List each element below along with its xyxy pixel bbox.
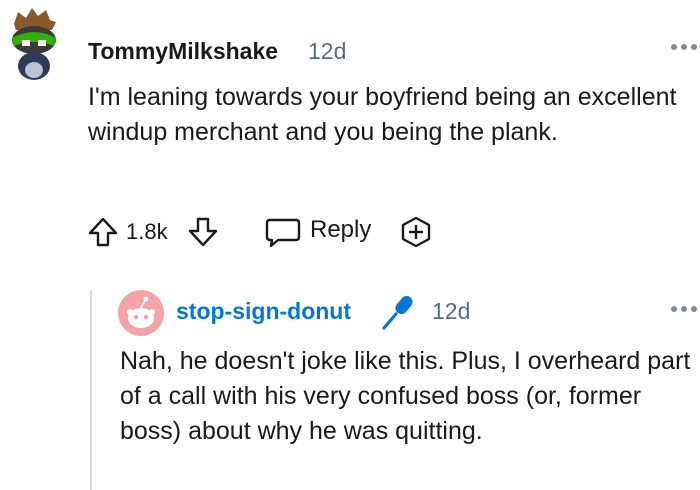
reply-avatar[interactable]: [118, 290, 164, 336]
downvote-icon[interactable]: [186, 215, 220, 249]
reply-bubble-icon[interactable]: [264, 216, 302, 248]
reply-button[interactable]: Reply: [310, 216, 371, 244]
comment-author[interactable]: TommyMilkshake: [88, 38, 278, 65]
comment-timestamp[interactable]: 12d: [308, 38, 346, 65]
microphone-icon: [378, 292, 418, 332]
more-options-icon[interactable]: [668, 36, 700, 58]
user-avatar[interactable]: [4, 4, 64, 84]
reply-author[interactable]: stop-sign-donut: [176, 298, 351, 325]
vote-score: 1.8k: [126, 219, 168, 244]
upvote-icon[interactable]: [86, 215, 120, 249]
reply-timestamp[interactable]: 12d: [432, 298, 470, 325]
snoo-avatar-icon: [118, 290, 164, 336]
more-options-icon[interactable]: [668, 298, 700, 320]
thread-line[interactable]: [90, 290, 92, 490]
award-icon[interactable]: [398, 215, 434, 249]
snoo-avatar-icon: [12, 8, 56, 80]
reply-body: Nah, he doesn't joke like this. Plus, I …: [120, 347, 691, 445]
comment-body: I'm leaning towards your boyfriend being…: [88, 83, 677, 146]
